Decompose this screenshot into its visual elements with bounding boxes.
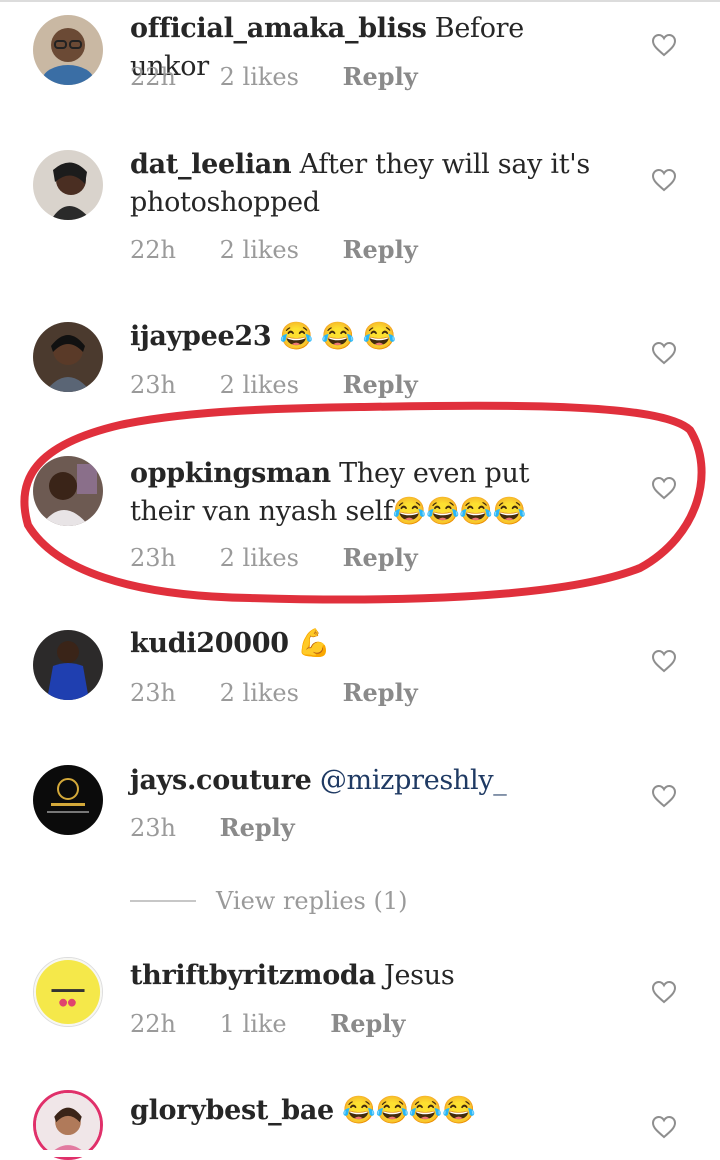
view-replies-button[interactable]: View replies (1) bbox=[130, 884, 408, 918]
screen-edge bbox=[0, 1150, 720, 1157]
heart-outline-icon[interactable] bbox=[651, 784, 677, 808]
comment-body: 😂😂😂😂 bbox=[342, 1095, 476, 1126]
comment-mention[interactable]: @mizpreshly_ bbox=[320, 765, 507, 796]
reply-button[interactable]: Reply bbox=[330, 1009, 405, 1038]
heart-outline-icon[interactable] bbox=[651, 649, 677, 673]
comment-text: jays.couture @mizpreshly_ bbox=[130, 762, 590, 800]
comment-meta: 22h 2 likes Reply bbox=[130, 62, 454, 91]
heart-outline-icon[interactable] bbox=[651, 168, 677, 192]
view-replies-label: View replies (1) bbox=[216, 887, 408, 915]
comment-meta: 23h Reply bbox=[130, 813, 331, 842]
comment-text: glorybest_bae 😂😂😂😂 bbox=[130, 1092, 590, 1130]
avatar[interactable] bbox=[33, 15, 103, 85]
reply-button[interactable]: Reply bbox=[220, 813, 295, 842]
comment-meta: 23h 2 likes Reply bbox=[130, 543, 454, 572]
heart-outline-icon[interactable] bbox=[651, 476, 677, 500]
comment-username[interactable]: ijaypee23 bbox=[130, 321, 272, 352]
avatar[interactable] bbox=[33, 456, 103, 526]
avatar[interactable] bbox=[33, 150, 103, 220]
comment-meta: 22h 1 like Reply bbox=[130, 1009, 441, 1038]
comment-text: ijaypee23 😂 😂 😂 bbox=[130, 318, 590, 356]
comment-body: 😂 😂 😂 bbox=[279, 321, 397, 352]
comment-meta: 23h 2 likes Reply bbox=[130, 678, 454, 707]
comment-time: 23h bbox=[130, 679, 176, 707]
comment-username[interactable]: thriftbyritzmoda bbox=[130, 960, 376, 991]
comment-likes[interactable]: 2 likes bbox=[220, 679, 299, 707]
comment-time: 23h bbox=[130, 814, 176, 842]
comment-text: oppkingsman They even put their van nyas… bbox=[130, 455, 590, 531]
comment-likes[interactable]: 2 likes bbox=[220, 544, 299, 572]
comment-text: dat_leelian After they will say it's pho… bbox=[130, 146, 590, 222]
comment-likes[interactable]: 2 likes bbox=[220, 371, 299, 399]
comment-username[interactable]: official_amaka_bliss bbox=[130, 13, 427, 44]
reply-button[interactable]: Reply bbox=[343, 370, 418, 399]
heart-outline-icon[interactable] bbox=[651, 341, 677, 365]
comment-time: 22h bbox=[130, 236, 176, 264]
reply-button[interactable]: Reply bbox=[343, 543, 418, 572]
comment-time: 22h bbox=[130, 63, 176, 91]
comment-meta: 23h 2 likes Reply bbox=[130, 370, 454, 399]
comment-time: 23h bbox=[130, 371, 176, 399]
heart-outline-icon[interactable] bbox=[651, 980, 677, 1004]
comment-text: kudi20000 💪 bbox=[130, 625, 590, 663]
comment-username[interactable]: kudi20000 bbox=[130, 628, 289, 659]
comment-username[interactable]: dat_leelian bbox=[130, 149, 292, 180]
heart-outline-icon[interactable] bbox=[651, 33, 677, 57]
comment-likes[interactable]: 1 like bbox=[220, 1010, 287, 1038]
comment-time: 23h bbox=[130, 544, 176, 572]
avatar[interactable] bbox=[33, 322, 103, 392]
comment-meta: 22h 2 likes Reply bbox=[130, 235, 454, 264]
comment-likes[interactable]: 2 likes bbox=[220, 63, 299, 91]
top-divider bbox=[0, 0, 720, 2]
reply-button[interactable]: Reply bbox=[343, 62, 418, 91]
comment-username[interactable]: glorybest_bae bbox=[130, 1095, 334, 1126]
comment-body: 💪 bbox=[297, 628, 331, 659]
comment-body: Jesus bbox=[383, 960, 455, 991]
comment-username[interactable]: jays.couture bbox=[130, 765, 312, 796]
comment-time: 22h bbox=[130, 1010, 176, 1038]
avatar[interactable] bbox=[33, 630, 103, 700]
comment-likes[interactable]: 2 likes bbox=[220, 236, 299, 264]
reply-button[interactable]: Reply bbox=[343, 678, 418, 707]
comment-username[interactable]: oppkingsman bbox=[130, 458, 331, 489]
avatar[interactable] bbox=[33, 957, 103, 1027]
divider-line bbox=[130, 900, 196, 902]
reply-button[interactable]: Reply bbox=[343, 235, 418, 264]
comment-text: thriftbyritzmoda Jesus bbox=[130, 957, 590, 995]
avatar[interactable] bbox=[33, 765, 103, 835]
heart-outline-icon[interactable] bbox=[651, 1115, 677, 1139]
